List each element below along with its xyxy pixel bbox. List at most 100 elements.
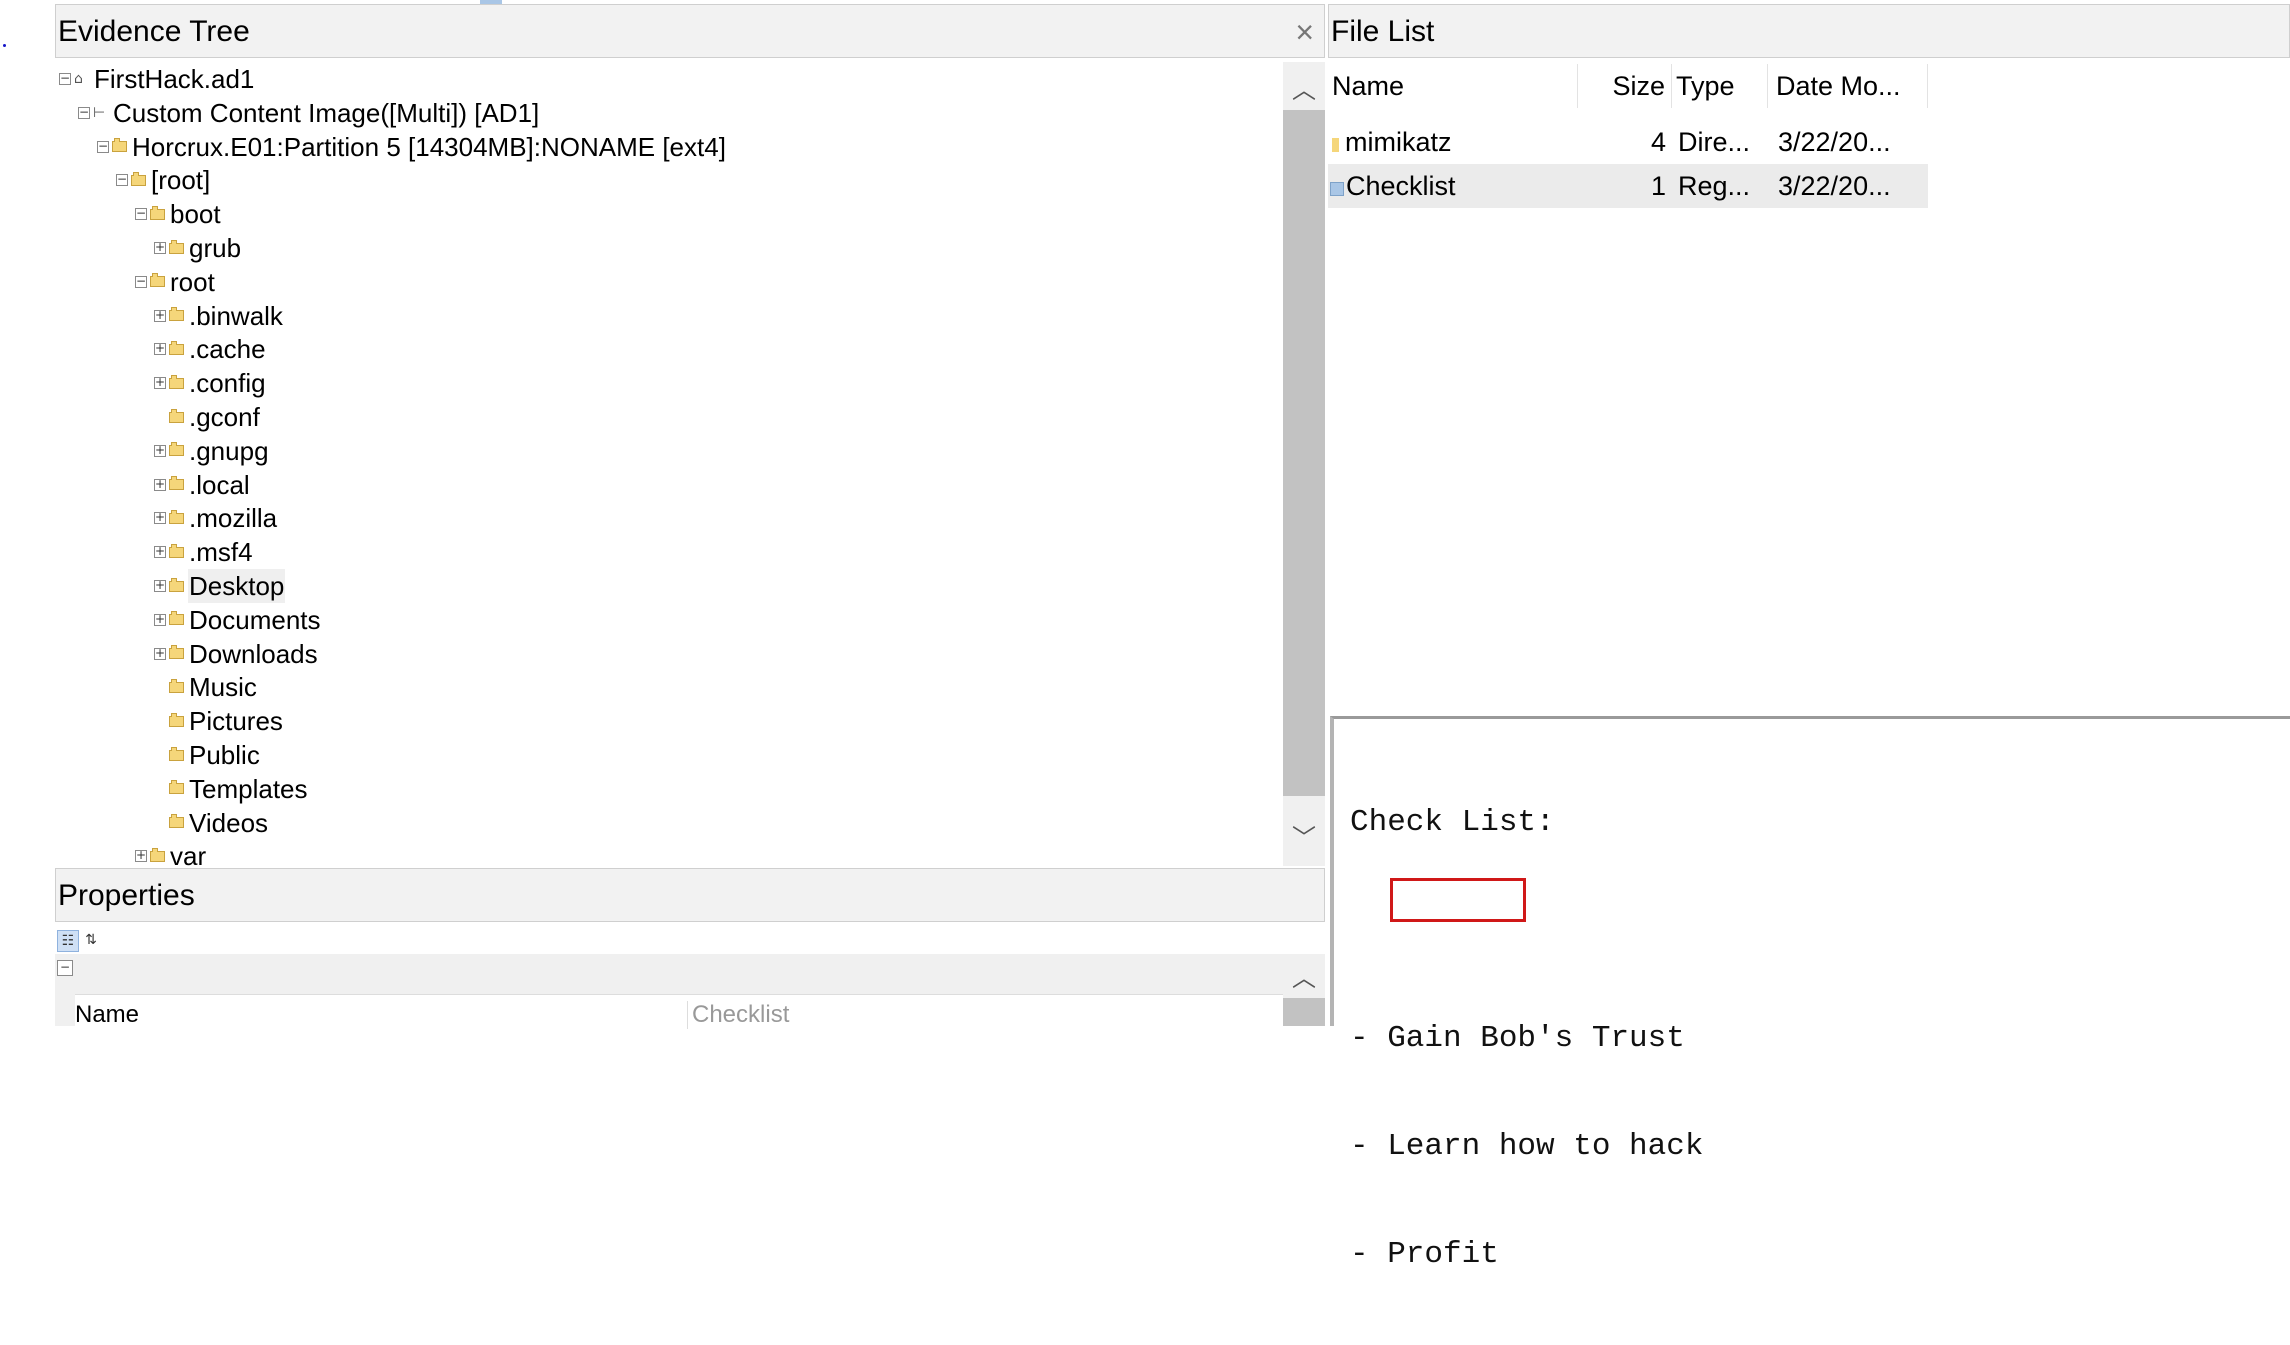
properties-toolbar: ☷ ⇅	[55, 930, 115, 954]
viewer-line: - Gain Bob's Trust	[1350, 1021, 1685, 1056]
properties-grid: − Name Checklist	[55, 954, 1283, 1029]
tree-node[interactable]: + grub	[154, 231, 242, 265]
tree-node[interactable]: Public	[154, 738, 261, 772]
scroll-up-icon[interactable]: ︿	[1283, 958, 1325, 993]
tree-node-label: [root]	[151, 165, 211, 196]
scroll-thumb[interactable]	[1283, 998, 1325, 1026]
properties-panel: Properties ☷ ⇅ − Name Checklist ︿	[55, 868, 1325, 1029]
tree-node-label: .local	[189, 469, 250, 500]
tree-node[interactable]: − Horcrux.E01:Partition 5 [14304MB]:NONAM…	[97, 130, 727, 164]
folder-icon	[169, 340, 184, 355]
folder-icon	[131, 171, 146, 186]
tree-node[interactable]: − ⊢ Custom Content Image([Multi]) [AD1]	[78, 96, 540, 130]
tree-node[interactable]: + Documents	[154, 603, 322, 637]
collapse-icon[interactable]: −	[116, 173, 128, 187]
tree-node[interactable]: − boot	[135, 197, 222, 231]
folder-icon	[150, 847, 165, 862]
expand-icon[interactable]: +	[154, 647, 166, 660]
properties-scrollbar[interactable]: ︿	[1283, 954, 1325, 1026]
collapse-icon[interactable]: −	[78, 106, 90, 119]
tree-node[interactable]: + Downloads	[154, 637, 319, 671]
tree-node[interactable]: + .config	[154, 366, 267, 400]
sort-alphabetical-icon[interactable]: ⇅	[81, 930, 101, 950]
file-type: Reg...	[1678, 171, 1751, 201]
expand-icon[interactable]: +	[154, 241, 166, 254]
expand-icon[interactable]: +	[154, 342, 166, 356]
tree-node-label: Desktop	[188, 569, 286, 603]
expand-icon[interactable]: +	[154, 545, 166, 559]
tree-node[interactable]: + .local	[154, 468, 251, 502]
tree-node-label: .mozilla	[189, 503, 278, 534]
tree-node[interactable]: + .gnupg	[154, 434, 270, 468]
expand-icon[interactable]: +	[135, 849, 147, 863]
tree-node-label: Music	[189, 672, 257, 703]
scroll-down-icon[interactable]: ﹀	[1283, 818, 1325, 858]
folder-icon	[112, 138, 127, 153]
collapse-icon[interactable]: −	[97, 140, 109, 153]
column-type[interactable]: Type	[1672, 64, 1768, 108]
tree-node[interactable]: − ⌂ FirstHack.ad1	[59, 62, 255, 96]
categorized-view-icon[interactable]: ☷	[57, 930, 79, 952]
tree-node[interactable]: + Desktop	[154, 569, 286, 603]
properties-row[interactable]: Name Checklist	[75, 994, 1283, 1029]
tree-node[interactable]: + .msf4	[154, 535, 254, 569]
collapse-icon[interactable]: −	[135, 207, 147, 221]
column-size[interactable]: Size	[1578, 64, 1672, 108]
folder-icon	[169, 611, 184, 626]
file-date: 3/22/20...	[1778, 171, 1891, 201]
tree-node[interactable]: Pictures	[154, 704, 284, 738]
tree-node[interactable]: − [root]	[116, 163, 211, 197]
property-name-header: Name	[75, 1001, 140, 1028]
evidence-tree-title: Evidence Tree	[58, 15, 250, 48]
scroll-up-icon[interactable]: ︿	[1283, 70, 1325, 110]
tree-node[interactable]: + .binwalk	[154, 299, 284, 333]
folder-icon	[169, 577, 184, 592]
column-date-modified[interactable]: Date Mo...	[1772, 64, 1928, 108]
expand-icon[interactable]: +	[154, 309, 166, 322]
folder-icon	[169, 239, 184, 254]
close-icon[interactable]: ×	[1295, 5, 1314, 59]
tree-node[interactable]: Templates	[154, 772, 309, 806]
collapse-icon[interactable]: −	[135, 275, 147, 288]
tree-node[interactable]: + var	[135, 839, 207, 866]
expand-icon[interactable]: +	[154, 511, 166, 525]
tree-scrollbar[interactable]: ︿ ﹀	[1283, 62, 1325, 866]
folder-icon	[169, 374, 184, 389]
expand-icon[interactable]: +	[154, 613, 166, 626]
file-content-viewer[interactable]: Check List: - Gain Bob's Trust - Learn h…	[1330, 716, 2290, 1272]
viewer-text: Check List: - Gain Bob's Trust - Learn h…	[1350, 733, 1703, 1345]
file-name: mimikatz	[1345, 127, 1452, 157]
file-name-cell: mimikatz	[1328, 120, 1578, 164]
viewer-line: - Learn how to hack	[1350, 1129, 1704, 1164]
regular-file-icon	[1330, 182, 1344, 196]
file-size: 4	[1650, 127, 1666, 157]
folder-icon	[169, 307, 184, 322]
file-date: 3/22/20...	[1778, 127, 1891, 157]
tree-node[interactable]: .gconf	[154, 400, 261, 434]
expand-icon[interactable]: +	[154, 376, 166, 390]
expand-icon[interactable]: +	[154, 579, 166, 592]
tree-node-label: .cache	[189, 334, 266, 365]
tree-node-label: Public	[189, 740, 260, 770]
folder-icon	[169, 814, 184, 829]
tree-node-label: Horcrux.E01:Partition 5 [14304MB]:NONAME…	[132, 131, 726, 162]
tree-node[interactable]: − root	[135, 265, 216, 299]
file-row[interactable]: mimikatz 4 Dire... 3/22/20...	[1328, 120, 1928, 164]
evidence-tree-header: Evidence Tree ×	[55, 4, 1325, 58]
scroll-thumb[interactable]	[1283, 110, 1325, 796]
file-row-selected[interactable]: Checklist 1 Reg... 3/22/20...	[1328, 164, 1928, 208]
properties-title: Properties	[58, 879, 195, 912]
column-name[interactable]: Name	[1328, 64, 1578, 108]
collapse-icon[interactable]: −	[59, 72, 71, 85]
tree-node[interactable]: Videos	[154, 806, 269, 840]
tree-node[interactable]: + .mozilla	[154, 501, 278, 535]
tree-node[interactable]: + .cache	[154, 332, 267, 366]
tree-node-label: FirstHack.ad1	[94, 64, 255, 94]
tree-node-label: .gnupg	[189, 435, 269, 466]
tree-node[interactable]: Music	[154, 670, 258, 704]
expand-icon[interactable]: +	[154, 478, 166, 491]
evidence-tree: − ⌂ FirstHack.ad1− ⊢ Custom Content Image([M…	[55, 62, 1283, 866]
expand-icon[interactable]: +	[154, 444, 166, 457]
collapse-icon[interactable]: −	[57, 960, 73, 976]
tree-node-label: grub	[189, 233, 242, 263]
